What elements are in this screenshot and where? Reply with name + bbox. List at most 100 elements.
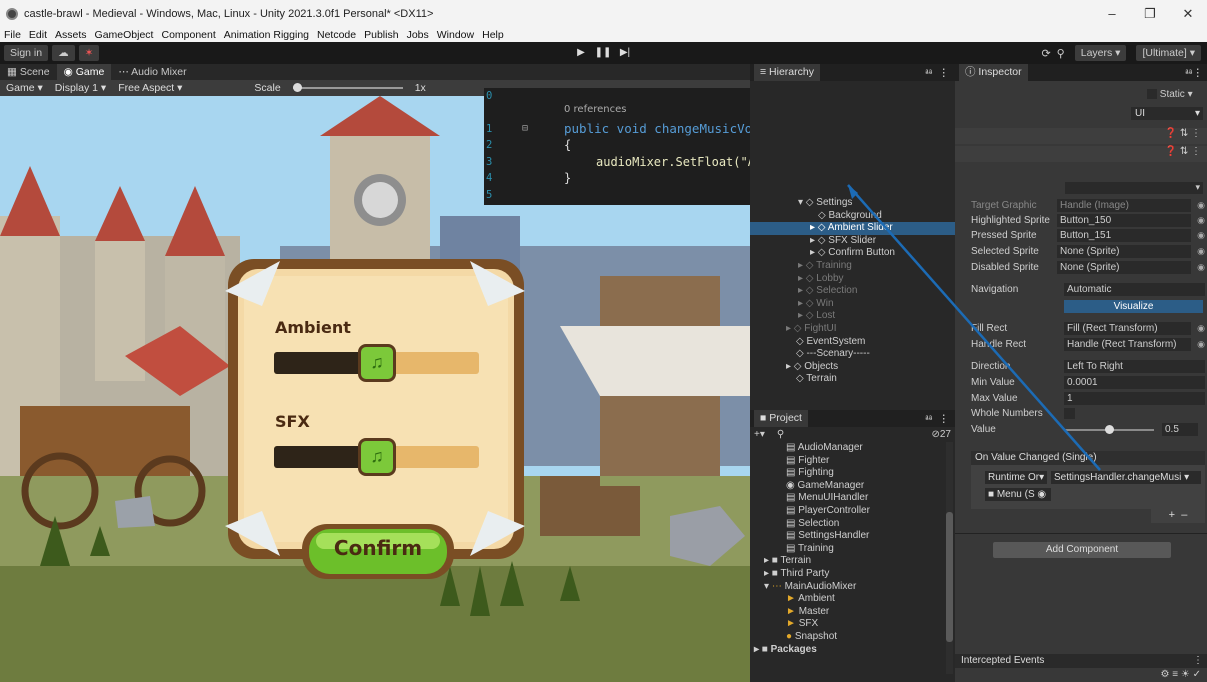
more-icon[interactable]: ⋮: [939, 413, 950, 425]
hierarchy-item-scenary[interactable]: ◇ ---Scenary-----: [750, 348, 955, 361]
tab-hierarchy[interactable]: ≡ Hierarchy: [754, 64, 820, 81]
disabled-sprite-field[interactable]: None (Sprite): [1057, 261, 1191, 274]
object-picker-icon[interactable]: ◉: [1197, 230, 1205, 241]
target-graphic-field[interactable]: Handle (Image): [1057, 199, 1191, 212]
max-value-field[interactable]: 1: [1064, 392, 1205, 405]
layout-dropdown[interactable]: [Ultimate] ▾: [1136, 45, 1201, 61]
restore-icon[interactable]: ❐: [1131, 0, 1169, 28]
confirm-button[interactable]: Confirm: [309, 536, 447, 560]
play-icon[interactable]: ▶: [572, 45, 590, 61]
hierarchy-item-terrain[interactable]: ◇ Terrain: [750, 373, 955, 386]
object-picker-icon[interactable]: ◉: [1197, 339, 1205, 350]
project-item-fighting[interactable]: ▤ Fighting: [750, 467, 945, 480]
runtime-mode-dropdown[interactable]: Runtime Or▾: [985, 471, 1047, 484]
event-method-dropdown[interactable]: SettingsHandler.changeMusi ▾: [1051, 471, 1201, 484]
hierarchy-item-confirm-button[interactable]: ▸ ◇ Confirm Button: [750, 247, 955, 260]
sfx-slider[interactable]: ♫: [274, 438, 479, 476]
hierarchy-item-lost[interactable]: ▸ ◇ Lost: [750, 310, 955, 323]
tab-scene[interactable]: ▦ Scene: [0, 64, 57, 80]
project-item-master[interactable]: ► Master: [750, 606, 945, 619]
hierarchy-item-training[interactable]: ▸ ◇ Training: [750, 260, 955, 273]
menu-component[interactable]: Component: [157, 29, 219, 41]
project-folder-packages[interactable]: ▸ ■ Packages: [750, 644, 945, 657]
minimize-icon[interactable]: –: [1093, 0, 1131, 28]
layers-status-icon[interactable]: ≡: [1172, 669, 1178, 680]
layer-dropdown[interactable]: UI ▾: [1131, 107, 1203, 120]
value-slider-knob[interactable]: [1105, 424, 1114, 434]
lock-icon[interactable]: ⎂: [925, 412, 933, 425]
direction-dropdown[interactable]: Left To Right: [1064, 360, 1205, 373]
hierarchy-item-sfx-slider[interactable]: ▸ ◇ SFX Slider: [750, 235, 955, 248]
project-item-menuuihandler[interactable]: ▤ MenuUIHandler: [750, 492, 945, 505]
object-picker-icon[interactable]: ◉: [1197, 246, 1205, 257]
hierarchy-item-selection[interactable]: ▸ ◇ Selection: [750, 285, 955, 298]
aspect-dropdown[interactable]: Free Aspect ▾: [118, 82, 182, 94]
project-item-training[interactable]: ▤ Training: [750, 543, 945, 556]
project-folder-third-party[interactable]: ▸ ■ Third Party: [750, 568, 945, 581]
project-item-settingshandler[interactable]: ▤ SettingsHandler: [750, 530, 945, 543]
hierarchy-item-background[interactable]: ◇ Background: [750, 210, 955, 223]
fill-rect-field[interactable]: Fill (Rect Transform): [1064, 322, 1191, 335]
min-value-field[interactable]: 0.0001: [1064, 376, 1205, 389]
collab-icon[interactable]: ✶: [78, 45, 100, 61]
hierarchy-item-objects[interactable]: ▸ ◇ Objects: [750, 361, 955, 374]
references-codelens[interactable]: 0 references: [564, 104, 627, 115]
menu-file[interactable]: File: [0, 29, 25, 41]
navigation-dropdown[interactable]: Automatic: [1064, 283, 1205, 296]
tab-inspector[interactable]: ⓘ Inspector: [959, 64, 1028, 81]
menu-animation-rigging[interactable]: Animation Rigging: [220, 29, 313, 41]
more-icon[interactable]: ⋮: [1193, 67, 1204, 79]
game-mode-dropdown[interactable]: Game ▾: [6, 82, 43, 94]
remove-event-button[interactable]: –: [1181, 509, 1187, 521]
history-icon[interactable]: ⟳: [1041, 47, 1050, 60]
project-item-selection[interactable]: ▤ Selection: [750, 518, 945, 531]
menu-gameobject[interactable]: GameObject: [91, 29, 158, 41]
menu-publish[interactable]: Publish: [360, 29, 402, 41]
static-toggle[interactable]: Static ▾: [1147, 89, 1193, 100]
project-item-fighter[interactable]: ▤ Fighter: [750, 455, 945, 468]
add-icon[interactable]: +▾: [754, 429, 765, 440]
hierarchy-item-lobby[interactable]: ▸ ◇ Lobby: [750, 273, 955, 286]
pressed-sprite-field[interactable]: Button_151: [1057, 229, 1191, 242]
project-scrollbar[interactable]: [946, 442, 953, 674]
object-picker-icon[interactable]: ◉: [1197, 262, 1205, 273]
hierarchy-item-ambient-slider[interactable]: ▸ ◇ Ambient Slider: [750, 222, 955, 235]
tab-audio-mixer[interactable]: ⋯ Audio Mixer: [111, 64, 193, 80]
ambient-slider-handle[interactable]: ♫: [358, 344, 396, 382]
tab-project[interactable]: ■ Project: [754, 410, 808, 427]
project-item-sfx[interactable]: ► SFX: [750, 618, 945, 631]
sign-in-button[interactable]: Sign in: [4, 45, 49, 61]
add-event-button[interactable]: +: [1169, 509, 1175, 521]
scale-slider-knob[interactable]: [292, 83, 302, 92]
hierarchy-item-win[interactable]: ▸ ◇ Win: [750, 298, 955, 311]
hierarchy-item-fightui[interactable]: ▸ ◇ FightUI: [750, 323, 955, 336]
menu-edit[interactable]: Edit: [25, 29, 51, 41]
cloud-icon[interactable]: ☁: [52, 45, 75, 61]
sfx-slider-handle[interactable]: ♫: [358, 438, 396, 476]
menu-netcode[interactable]: Netcode: [313, 29, 360, 41]
project-item-ambient[interactable]: ► Ambient: [750, 593, 945, 606]
menu-help[interactable]: Help: [478, 29, 508, 41]
handle-rect-field[interactable]: Handle (Rect Transform): [1064, 338, 1191, 351]
static-checkbox[interactable]: [1147, 89, 1157, 100]
project-scrollbar-thumb[interactable]: [946, 512, 953, 642]
more-icon[interactable]: ⋮: [1193, 654, 1203, 668]
lock-icon[interactable]: ⎂: [925, 66, 933, 79]
whole-numbers-checkbox[interactable]: [1064, 408, 1075, 419]
project-item-snapshot[interactable]: ● Snapshot: [750, 631, 945, 644]
menu-window[interactable]: Window: [433, 29, 478, 41]
pause-icon[interactable]: ❚❚: [594, 45, 612, 61]
menu-assets[interactable]: Assets: [51, 29, 91, 41]
highlighted-sprite-field[interactable]: Button_150: [1057, 214, 1191, 227]
event-target-field[interactable]: ■ Menu (S ◉: [985, 488, 1051, 501]
search-icon[interactable]: ⚲: [1057, 47, 1065, 60]
hierarchy-item-settings[interactable]: ▾ ◇ Settings: [750, 197, 955, 210]
project-folder-terrain[interactable]: ▸ ■ Terrain: [750, 555, 945, 568]
project-search-icon[interactable]: ⚲: [777, 429, 784, 440]
project-item-audiomanager[interactable]: ▤ AudioManager: [750, 442, 945, 455]
project-item-mainaudiomixer[interactable]: ▾ ⋯ MainAudioMixer: [750, 581, 945, 594]
value-slider[interactable]: [1064, 424, 1154, 434]
check-icon[interactable]: ✓: [1193, 669, 1201, 680]
object-picker-icon[interactable]: ◉: [1197, 200, 1205, 211]
project-item-gamemanager[interactable]: ◉ GameManager: [750, 480, 945, 493]
